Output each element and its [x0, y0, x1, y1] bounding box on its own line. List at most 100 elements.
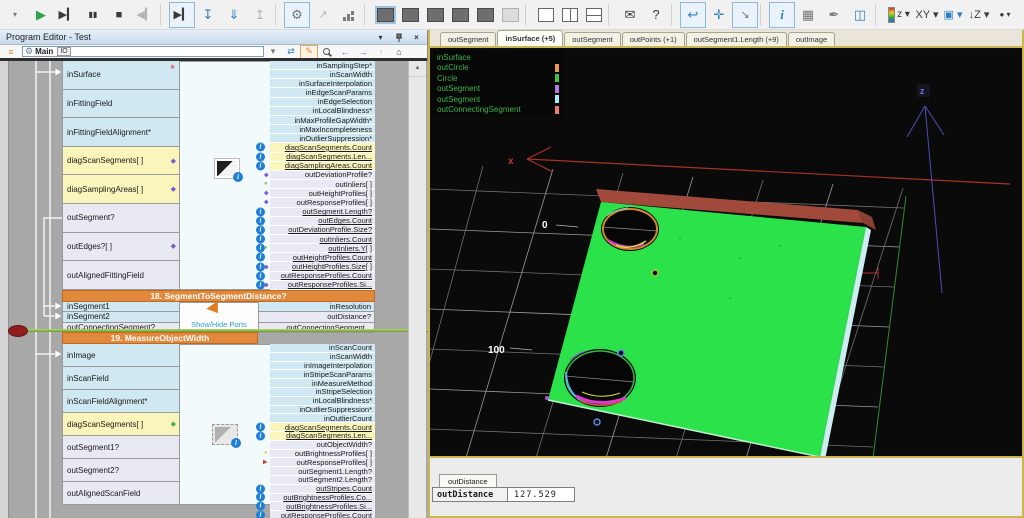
pan-view-icon[interactable]: ✛ [706, 2, 732, 28]
port-row[interactable]: outSegment? [62, 204, 180, 233]
show-hide-ports-link[interactable]: Show/Hide Ports [180, 320, 258, 329]
port-row[interactable]: inResolution [258, 302, 375, 312]
filter-header-18[interactable]: 18. SegmentToSegmentDistance? [62, 290, 375, 302]
feedback-envelope-icon[interactable]: ✉ [617, 2, 643, 28]
measure-object-width-filter-icon[interactable]: i [212, 424, 238, 445]
scan-surface-filter-icon[interactable]: i [214, 158, 240, 179]
navigate-connections-icon[interactable]: ⇄ [282, 45, 300, 59]
info-badge-icon: i [233, 172, 243, 182]
port-row[interactable]: inSegment2 [62, 312, 180, 322]
port-row[interactable]: outResponseProfiles.Si... [270, 281, 375, 290]
port-row[interactable]: diagSamplingAreas[ ] [62, 175, 180, 204]
statistics-bars-icon[interactable] [336, 2, 362, 28]
navigate-back-icon[interactable]: ← [336, 45, 354, 59]
step-over-icon[interactable]: ↥ [247, 2, 273, 28]
zoom-region-icon[interactable]: ↘ [732, 2, 758, 28]
scrollbar-up-icon[interactable]: ▲ [409, 61, 426, 77]
preview-tab[interactable]: outImage [788, 32, 835, 46]
preview-tab[interactable]: outSegment1.Length (+9) [686, 32, 787, 46]
iterate-program-icon[interactable]: ▶▎ [54, 2, 80, 28]
port-row[interactable]: inSegment1 [62, 302, 180, 312]
projection-mode-icon[interactable]: ▣ ▾ [940, 2, 966, 28]
legend-swatch [555, 64, 559, 72]
find-icon[interactable] [318, 45, 336, 59]
previous-iteration-icon[interactable]: ◀▎ [132, 2, 158, 28]
combo-dropdown-icon[interactable]: ▾ [264, 45, 282, 59]
window-properties-icon[interactable] [452, 8, 469, 22]
step-into-icon[interactable]: ⇓ [221, 2, 247, 28]
port-row[interactable]: outAlignedFittingField [62, 261, 180, 290]
help-icon[interactable]: ? [643, 2, 669, 28]
preview-tab[interactable]: outPoints (+1) [622, 32, 685, 46]
port-row[interactable]: inImage [62, 344, 180, 367]
port-row[interactable]: outEdges?[ ] [62, 233, 180, 262]
layout-single-pane-icon[interactable] [538, 8, 554, 22]
port-row[interactable]: outSegment2? [62, 459, 180, 482]
window-data-preview-icon[interactable] [402, 8, 419, 22]
hole-1 [601, 207, 659, 251]
port-row[interactable]: diagScanSegments[ ] [62, 147, 180, 176]
surface-plate [548, 202, 866, 456]
port-row[interactable]: outSegment1? [62, 436, 180, 459]
iterate-current-macrofilter-icon[interactable]: ↧ [195, 2, 221, 28]
filter-19-right-ports: inScanCount inScanWidth inImageInterpola… [270, 344, 375, 518]
color-picker-icon[interactable]: ✒ [821, 2, 847, 28]
port-row[interactable]: outResponseProfiles.Count [270, 511, 375, 518]
port-row[interactable]: diagScanSegments[ ] [62, 413, 180, 436]
toolbar-overflow-icon[interactable]: ▾ [2, 2, 28, 28]
macrofilter-menu-icon[interactable]: ≡ [2, 45, 20, 59]
program-canvas[interactable]: inSurface inFittingField inFittingFieldA… [0, 61, 428, 518]
legend-swatch [555, 53, 559, 61]
port-row[interactable]: outDistance? [258, 312, 375, 322]
edit-macrofilter-icon[interactable]: ✎ [300, 45, 318, 59]
go-up-icon[interactable]: ↑ [372, 45, 390, 59]
settings-wrench-icon[interactable]: ⚙ [284, 2, 310, 28]
run-icon[interactable]: ▶ [28, 2, 54, 28]
close-icon[interactable]: × [409, 31, 424, 43]
window-project-explorer-icon[interactable] [477, 8, 494, 22]
port-row[interactable]: inSurface [62, 61, 180, 90]
macrofilter-combo[interactable]: ⚙ Main IO [22, 46, 264, 57]
navigate-forward-icon[interactable]: → [354, 45, 372, 59]
pin-icon[interactable] [391, 31, 406, 43]
point-size-mode-icon[interactable]: ● ▾ [992, 2, 1018, 28]
viewport-legend: inSurface outCircle Circle outSegment [433, 50, 563, 117]
window-program-editor-icon[interactable] [377, 8, 394, 22]
legend-swatch [555, 74, 559, 82]
port-row[interactable]: inScanField [62, 367, 180, 390]
result-tab[interactable]: outDistance [439, 474, 497, 488]
color-palette-icon[interactable]: ▦ [795, 2, 821, 28]
breakpoint-marker[interactable] [8, 325, 28, 337]
preview-tab[interactable]: outSegment [564, 32, 620, 46]
window-filmstrip-icon[interactable] [427, 8, 444, 22]
preview-tab[interactable]: outSegment [440, 32, 496, 46]
port-row[interactable]: outAlignedScanField [62, 482, 180, 505]
layout-stacked-pane-icon[interactable] [586, 8, 602, 22]
filter-header-19[interactable]: 19. MeasureObjectWidth [62, 332, 258, 344]
view-3d-box-icon[interactable]: ◫ [847, 2, 873, 28]
preview-tab[interactable]: inSurface (+5) [497, 30, 563, 46]
z-axis-mode-icon[interactable]: ↓Z ▾ [966, 2, 992, 28]
auto-fit-icon[interactable]: ↗ [310, 2, 336, 28]
layout-quad-pane-icon[interactable] [562, 8, 578, 22]
go-home-icon[interactable]: ⌂ [390, 45, 408, 59]
editor-scrollbar[interactable]: ▲ [408, 61, 426, 518]
z-scale-mode-icon[interactable]: z ▾ [884, 2, 914, 28]
panel-menu-icon[interactable]: ▾ [373, 31, 388, 43]
xy-view-mode-icon[interactable]: XY ▾ [914, 2, 940, 28]
reset-view-icon[interactable]: ↩ [680, 2, 706, 28]
panel-title: Program Editor - Test [6, 32, 91, 42]
hole-2 [564, 349, 636, 407]
small-feature-dot-3 [594, 419, 600, 425]
run-until-here-icon[interactable]: ▶▎ [169, 2, 195, 28]
port-row[interactable]: inFittingFieldAlignment* [62, 118, 180, 147]
pause-program-icon[interactable]: ▮▮ [80, 2, 106, 28]
3d-viewport[interactable]: inSurface outCircle Circle outSegment [430, 46, 1022, 458]
data-preview-panel: outSegment inSurface (+5) outSegment out… [428, 30, 1024, 518]
window-hmi-icon[interactable] [502, 8, 519, 22]
stop-program-icon[interactable]: ■ [106, 2, 132, 28]
result-area: outDistance outDistance 127.529 [430, 472, 1022, 516]
port-row[interactable]: inFittingField [62, 90, 180, 119]
port-row[interactable]: inScanFieldAlignment* [62, 390, 180, 413]
show-info-icon[interactable]: i [769, 2, 795, 28]
